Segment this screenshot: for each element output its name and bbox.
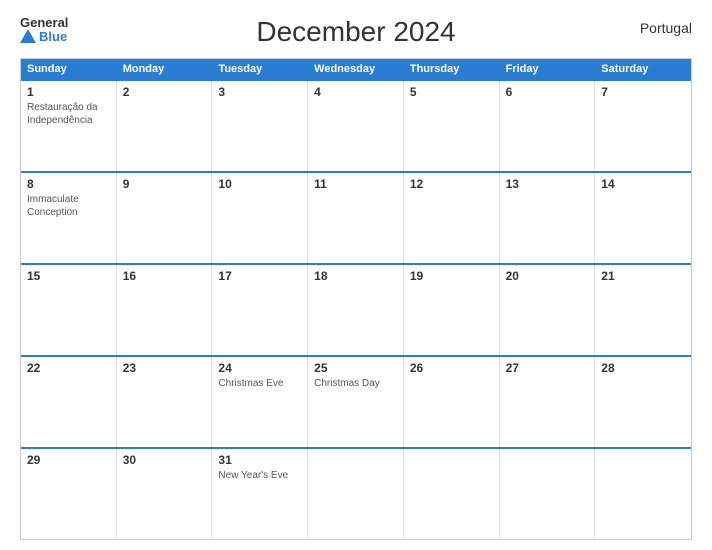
day-number: 11	[314, 177, 397, 191]
day-number: 5	[410, 85, 493, 99]
day-number: 8	[27, 177, 110, 191]
calendar-title: December 2024	[256, 16, 455, 48]
day-number: 13	[506, 177, 589, 191]
day-number: 7	[601, 85, 685, 99]
day-header-monday: Monday	[117, 59, 213, 79]
day-number: 22	[27, 361, 110, 375]
day-number: 30	[123, 453, 206, 467]
day-cell: 4	[308, 81, 404, 171]
logo-blue-text: Blue	[20, 29, 68, 43]
day-cell: 23	[117, 357, 213, 447]
day-cell: 14	[595, 173, 691, 263]
day-cell: 28	[595, 357, 691, 447]
day-cell: 12	[404, 173, 500, 263]
event-label: Christmas Eve	[218, 377, 301, 390]
week-row-4: 22 23 24 Christmas Eve 25 Christmas Day 26 27 28	[21, 355, 691, 447]
day-number: 21	[601, 269, 685, 283]
day-number: 20	[506, 269, 589, 283]
day-header-sunday: Sunday	[21, 59, 117, 79]
day-number: 27	[506, 361, 589, 375]
day-cell: 15	[21, 265, 117, 355]
day-cell: 6	[500, 81, 596, 171]
country-label: Portugal	[640, 20, 692, 36]
week-row-5: 29 30 31 New Year's Eve	[21, 447, 691, 539]
day-cell: 11	[308, 173, 404, 263]
event-label: New Year's Eve	[218, 469, 301, 482]
day-header-saturday: Saturday	[595, 59, 691, 79]
day-number: 3	[218, 85, 301, 99]
day-cell: 5	[404, 81, 500, 171]
day-number: 18	[314, 269, 397, 283]
day-cell: 1 Restauração daIndependência	[21, 81, 117, 171]
day-number: 26	[410, 361, 493, 375]
logo-general-text: General	[20, 16, 68, 29]
day-cell: 13	[500, 173, 596, 263]
day-cell	[404, 449, 500, 539]
day-cell: 10	[212, 173, 308, 263]
day-cell	[595, 449, 691, 539]
day-number: 15	[27, 269, 110, 283]
day-cell: 26	[404, 357, 500, 447]
calendar-page: General Blue December 2024 Portugal Sund…	[0, 0, 712, 550]
day-headers-row: SundayMondayTuesdayWednesdayThursdayFrid…	[21, 59, 691, 79]
day-number: 9	[123, 177, 206, 191]
day-cell: 20	[500, 265, 596, 355]
day-cell: 25 Christmas Day	[308, 357, 404, 447]
event-label: Christmas Day	[314, 377, 397, 390]
weeks-container: 1Restauração daIndependência2345678Immac…	[21, 79, 691, 539]
day-header-tuesday: Tuesday	[212, 59, 308, 79]
day-cell: 18	[308, 265, 404, 355]
day-number: 17	[218, 269, 301, 283]
day-header-friday: Friday	[500, 59, 596, 79]
logo: General Blue	[20, 16, 68, 43]
day-cell: 30	[117, 449, 213, 539]
day-header-thursday: Thursday	[404, 59, 500, 79]
day-number: 28	[601, 361, 685, 375]
day-number: 16	[123, 269, 206, 283]
day-number: 6	[506, 85, 589, 99]
event-label: Conception	[27, 206, 110, 219]
day-cell: 9	[117, 173, 213, 263]
day-cell: 27	[500, 357, 596, 447]
day-header-wednesday: Wednesday	[308, 59, 404, 79]
day-number: 29	[27, 453, 110, 467]
event-label: Immaculate	[27, 193, 110, 206]
day-cell: 16	[117, 265, 213, 355]
calendar-header: General Blue December 2024 Portugal	[20, 16, 692, 48]
day-cell	[500, 449, 596, 539]
day-number: 1	[27, 85, 110, 99]
day-cell: 8 ImmaculateConception	[21, 173, 117, 263]
day-cell: 7	[595, 81, 691, 171]
week-row-2: 8 ImmaculateConception 9 10 11 12 13 14	[21, 171, 691, 263]
event-label: Restauração da	[27, 101, 110, 114]
week-row-1: 1 Restauração daIndependência 234567	[21, 79, 691, 171]
day-number: 4	[314, 85, 397, 99]
day-cell: 31 New Year's Eve	[212, 449, 308, 539]
day-number: 31	[218, 453, 301, 467]
logo-triangle-icon	[20, 29, 36, 43]
day-number: 19	[410, 269, 493, 283]
day-cell: 29	[21, 449, 117, 539]
day-number: 2	[123, 85, 206, 99]
event-label: Independência	[27, 114, 110, 127]
day-cell: 24 Christmas Eve	[212, 357, 308, 447]
day-cell: 3	[212, 81, 308, 171]
day-cell: 19	[404, 265, 500, 355]
day-cell: 21	[595, 265, 691, 355]
day-cell: 17	[212, 265, 308, 355]
day-cell: 2	[117, 81, 213, 171]
day-cell: 22	[21, 357, 117, 447]
calendar-grid: SundayMondayTuesdayWednesdayThursdayFrid…	[20, 58, 692, 540]
day-number: 25	[314, 361, 397, 375]
day-cell	[308, 449, 404, 539]
day-number: 23	[123, 361, 206, 375]
day-number: 24	[218, 361, 301, 375]
week-row-3: 15 16 17 18 19 20 21	[21, 263, 691, 355]
day-number: 14	[601, 177, 685, 191]
day-number: 12	[410, 177, 493, 191]
day-number: 10	[218, 177, 301, 191]
